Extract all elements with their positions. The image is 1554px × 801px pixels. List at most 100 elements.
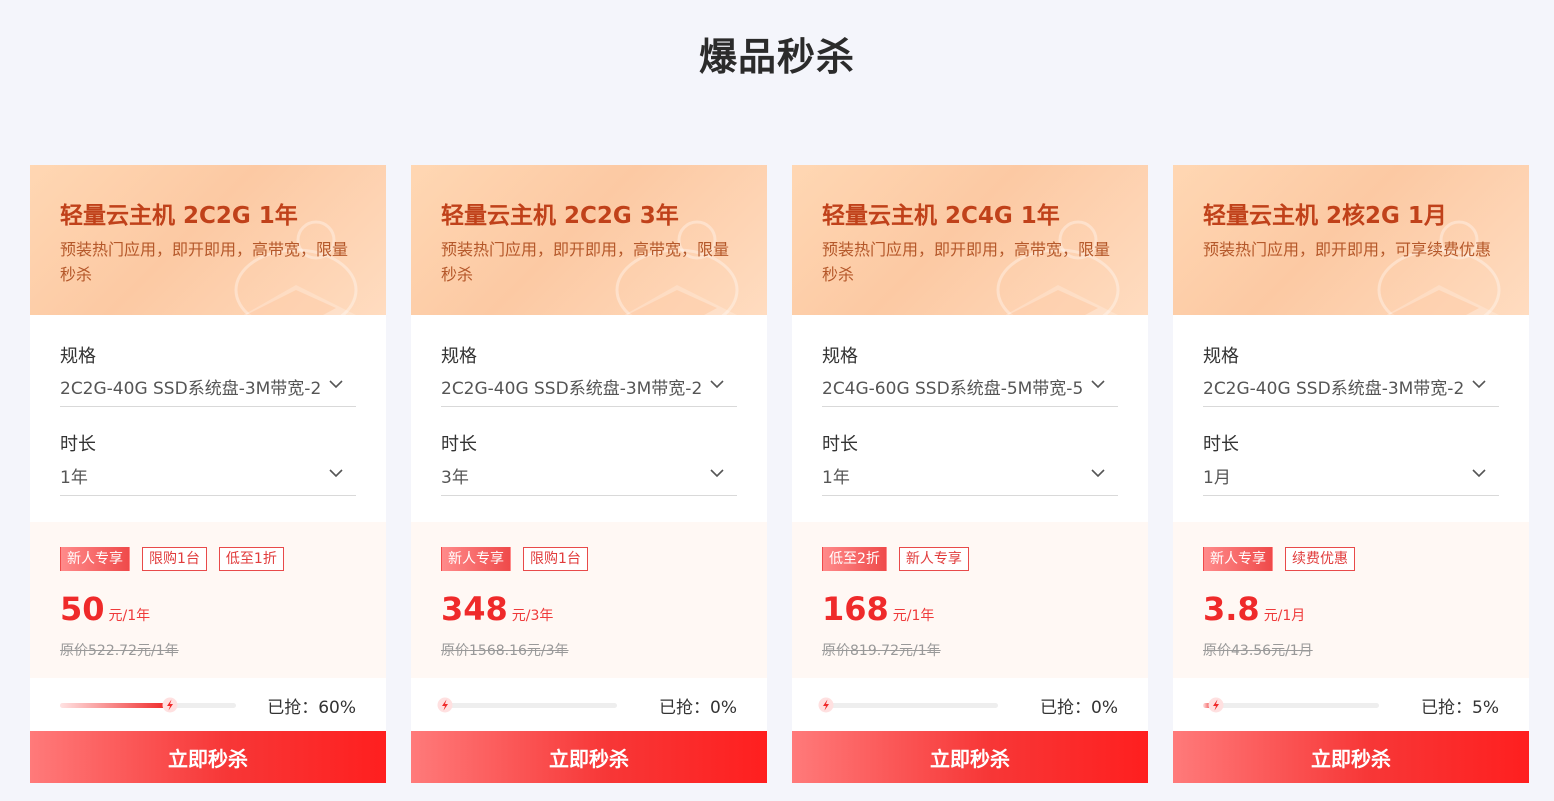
duration-label: 时长 [1203, 434, 1239, 455]
duration-select-value: 1年 [822, 468, 850, 488]
page-title: 爆品秒杀 [698, 35, 855, 79]
card-description: 预装热门应用，即开即用，高带宽，限量秒杀 [822, 240, 1111, 284]
progress-bar [437, 697, 617, 713]
chevron-down-icon [1472, 380, 1486, 389]
lightning-icon [818, 697, 834, 713]
price-unit: 元/1月 [1263, 608, 1306, 624]
sold-percentage: 已抢：0% [659, 698, 737, 718]
price-panel: 低至2折 新人专享 168 元/1年 原价819.72元/1年 [792, 522, 1148, 678]
sold-percentage: 已抢：5% [1421, 698, 1499, 718]
spec-select-value: 2C2G-40G SSD系统盘-3M带宽-200G流量 [60, 379, 322, 399]
product-card: 轻量云主机 2C2G 1年 预装热门应用，即开即用，高带宽，限量秒杀 规格 2C… [30, 165, 386, 783]
chevron-down-icon [329, 469, 343, 478]
tag-list: 新人专享 限购1台 低至1折 [60, 547, 296, 571]
spec-select[interactable]: 2C2G-40G SSD系统盘-3M带宽-200G流量 [441, 372, 737, 407]
spec-select-value: 2C2G-40G SSD系统盘-3M带宽-200G流量 [441, 379, 703, 399]
duration-select-value: 1月 [1203, 468, 1231, 488]
spec-label: 规格 [1203, 346, 1239, 367]
chevron-down-icon [1472, 469, 1486, 478]
buy-now-button[interactable]: 立即秒杀 [30, 731, 386, 783]
duration-label: 时长 [60, 434, 96, 455]
duration-select[interactable]: 3年 [441, 461, 737, 496]
progress-bar [818, 697, 998, 713]
promo-tag: 续费优惠 [1285, 547, 1355, 571]
progress-row: 已抢：5% [1173, 678, 1529, 731]
card-header: 轻量云主机 2C2G 1年 预装热门应用，即开即用，高带宽，限量秒杀 [30, 165, 386, 315]
chevron-down-icon [710, 380, 724, 389]
buy-now-button[interactable]: 立即秒杀 [792, 731, 1148, 783]
spec-select[interactable]: 2C2G-40G SSD系统盘-3M带宽-200G流量 [1203, 372, 1499, 407]
progress-row: 已抢：0% [411, 678, 767, 731]
progress-row: 已抢：60% [30, 678, 386, 731]
lightning-icon [162, 697, 178, 713]
promo-tag: 新人专享 [898, 547, 969, 571]
card-header: 轻量云主机 2核2G 1月 预装热门应用，即开即用，可享续费优惠 [1173, 165, 1529, 315]
tag-list: 新人专享 续费优惠 [1203, 547, 1367, 571]
price-value: 50 [60, 590, 105, 628]
price-line: 348 元/3年 [441, 590, 553, 628]
lightning-icon [1208, 697, 1224, 713]
promo-tag: 新人专享 [441, 547, 511, 571]
price-panel: 新人专享 限购1台 348 元/3年 原价1568.16元/3年 [411, 522, 767, 678]
progress-bar [60, 697, 236, 713]
buy-now-button[interactable]: 立即秒杀 [1173, 731, 1529, 783]
original-price: 原价522.72元/1年 [60, 643, 179, 659]
price-panel: 新人专享 限购1台 低至1折 50 元/1年 原价522.72元/1年 [30, 522, 386, 678]
card-title: 轻量云主机 2核2G 1月 [1203, 203, 1447, 229]
price-unit: 元/1年 [892, 608, 935, 624]
chevron-down-icon [1091, 380, 1105, 389]
card-header: 轻量云主机 2C4G 1年 预装热门应用，即开即用，高带宽，限量秒杀 [792, 165, 1148, 315]
duration-select[interactable]: 1年 [60, 461, 356, 496]
spec-select-value: 2C4G-60G SSD系统盘-5M带宽-500G流量 [822, 379, 1084, 399]
progress-fill [60, 703, 166, 708]
price-unit: 元/1年 [108, 608, 151, 624]
card-title: 轻量云主机 2C2G 1年 [60, 203, 298, 229]
progress-bar [1203, 697, 1379, 713]
spec-label: 规格 [441, 346, 477, 367]
buy-now-button[interactable]: 立即秒杀 [411, 731, 767, 783]
sold-percentage: 已抢：60% [267, 698, 356, 718]
price-line: 3.8 元/1月 [1203, 590, 1305, 628]
original-price: 原价819.72元/1年 [822, 643, 941, 659]
card-description: 预装热门应用，即开即用，高带宽，限量秒杀 [441, 240, 730, 284]
card-header: 轻量云主机 2C2G 3年 预装热门应用，即开即用，高带宽，限量秒杀 [411, 165, 767, 315]
price-line: 168 元/1年 [822, 590, 934, 628]
lightning-icon [437, 697, 453, 713]
duration-select[interactable]: 1月 [1203, 461, 1499, 496]
price-value: 168 [822, 590, 889, 628]
flash-sale-cards: 轻量云主机 2C2G 1年 预装热门应用，即开即用，高带宽，限量秒杀 规格 2C… [30, 165, 1530, 783]
progress-row: 已抢：0% [792, 678, 1148, 731]
spec-label: 规格 [822, 346, 858, 367]
original-price: 原价1568.16元/3年 [441, 643, 569, 659]
price-value: 348 [441, 590, 508, 628]
price-panel: 新人专享 续费优惠 3.8 元/1月 原价43.56元/1月 [1173, 522, 1529, 678]
spec-label: 规格 [60, 346, 96, 367]
tag-list: 低至2折 新人专享 [822, 547, 981, 571]
duration-select-value: 3年 [441, 468, 469, 488]
tag-list: 新人专享 限购1台 [441, 547, 600, 571]
chevron-down-icon [1091, 469, 1105, 478]
promo-tag: 低至1折 [218, 547, 284, 571]
product-card: 轻量云主机 2C4G 1年 预装热门应用，即开即用，高带宽，限量秒杀 规格 2C… [792, 165, 1148, 783]
promo-tag: 新人专享 [60, 547, 130, 571]
duration-label: 时长 [441, 434, 477, 455]
price-unit: 元/3年 [511, 608, 554, 624]
card-description: 预装热门应用，即开即用，高带宽，限量秒杀 [60, 240, 349, 284]
duration-select[interactable]: 1年 [822, 461, 1118, 496]
chevron-down-icon [329, 380, 343, 389]
product-card: 轻量云主机 2核2G 1月 预装热门应用，即开即用，可享续费优惠 规格 2C2G… [1173, 165, 1529, 783]
promo-tag: 低至2折 [822, 547, 887, 571]
sold-percentage: 已抢：0% [1040, 698, 1118, 718]
promo-tag: 限购1台 [142, 547, 207, 571]
card-description: 预装热门应用，即开即用，可享续费优惠 [1203, 240, 1492, 259]
spec-select[interactable]: 2C2G-40G SSD系统盘-3M带宽-200G流量 [60, 372, 356, 407]
original-price: 原价43.56元/1月 [1203, 643, 1313, 659]
promo-tag: 新人专享 [1203, 547, 1273, 571]
chevron-down-icon [710, 469, 724, 478]
card-title: 轻量云主机 2C2G 3年 [441, 203, 679, 229]
duration-label: 时长 [822, 434, 858, 455]
promo-tag: 限购1台 [523, 547, 588, 571]
duration-select-value: 1年 [60, 468, 88, 488]
spec-select-value: 2C2G-40G SSD系统盘-3M带宽-200G流量 [1203, 379, 1465, 399]
spec-select[interactable]: 2C4G-60G SSD系统盘-5M带宽-500G流量 [822, 372, 1118, 407]
